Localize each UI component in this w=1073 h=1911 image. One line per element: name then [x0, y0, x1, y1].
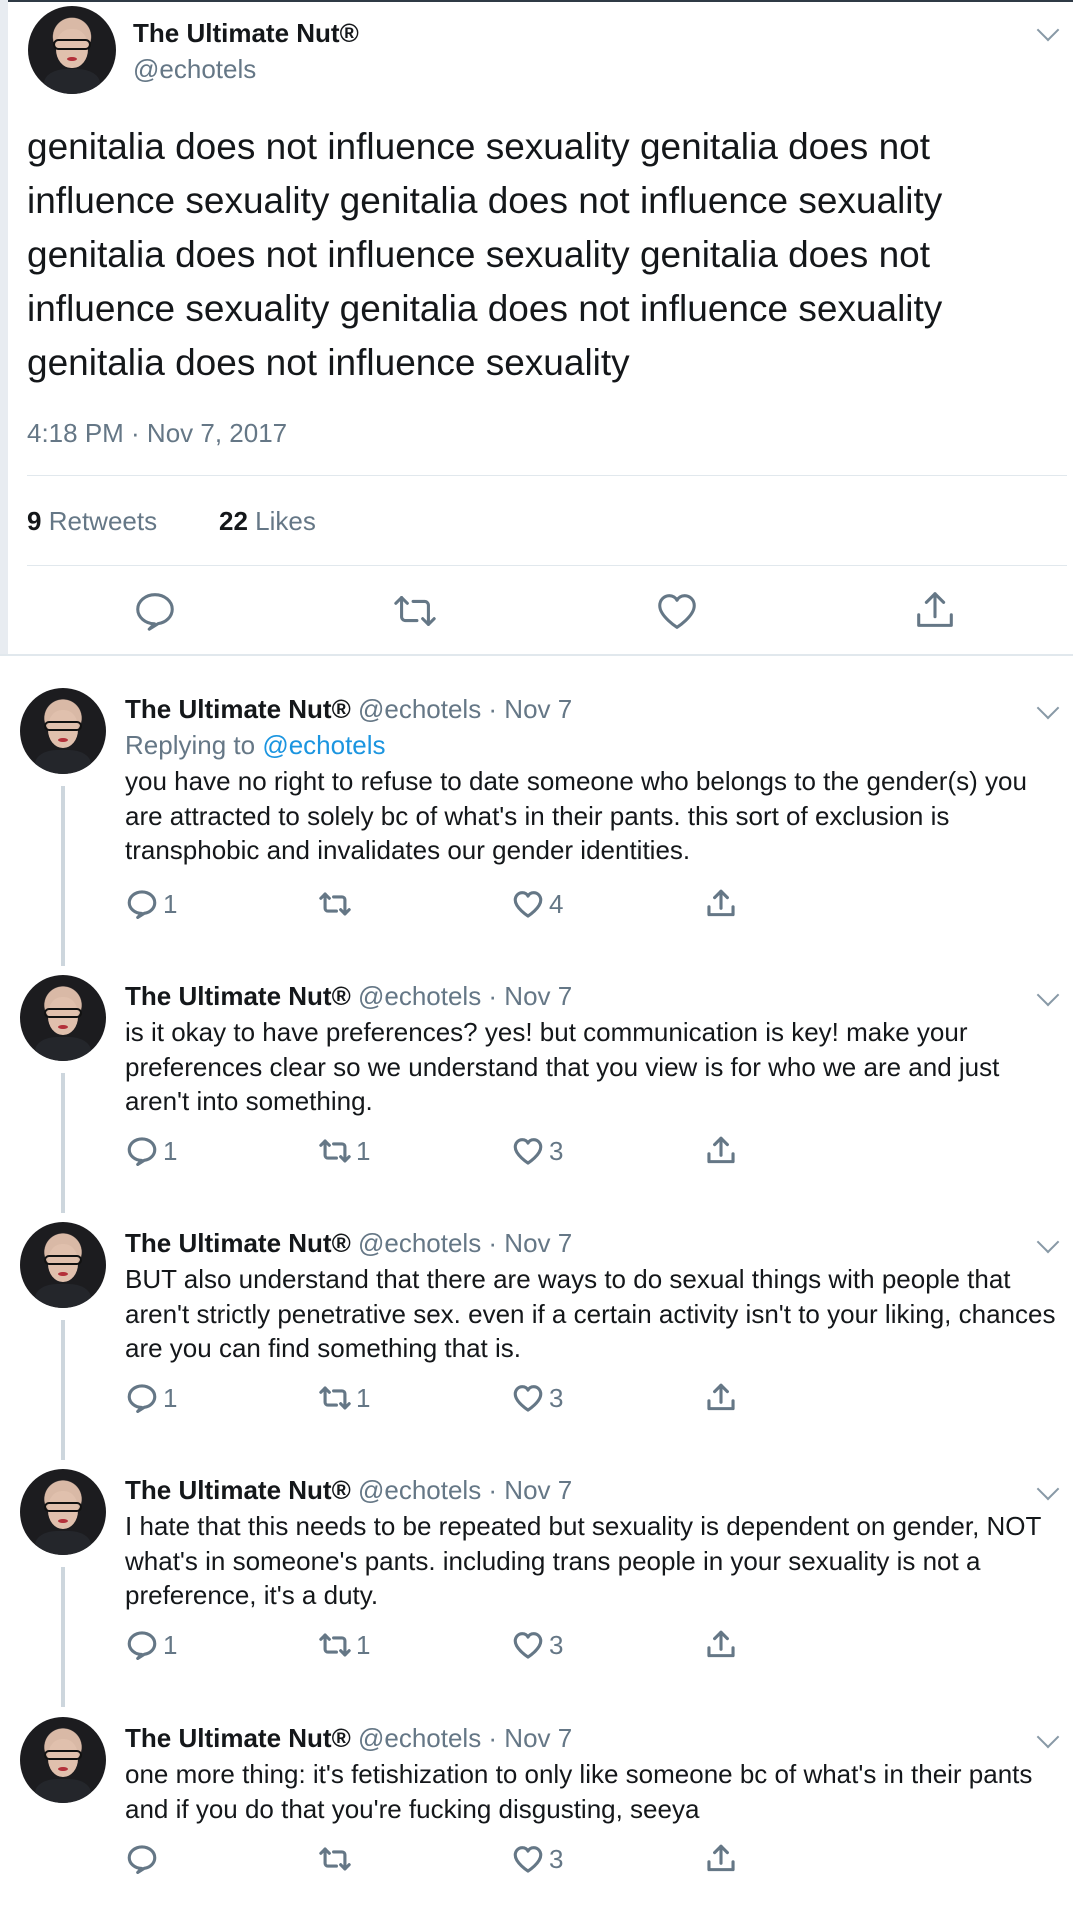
reply-text: BUT also understand that there are ways … [125, 1264, 1056, 1363]
display-name[interactable]: The Ultimate Nut® [125, 1228, 351, 1258]
reply-count: 1 [163, 1382, 178, 1413]
timestamp[interactable]: 4:18 PM · Nov 7, 2017 [27, 418, 287, 449]
like-count: 3 [549, 1382, 564, 1413]
thread-line [61, 1073, 65, 1213]
reply-header: The Ultimate Nut® @echotels · Nov 7 [125, 981, 572, 1012]
thread-line [61, 786, 65, 966]
replying-to: Replying to @echotels [125, 730, 386, 761]
likes-count: 22 [219, 506, 248, 536]
like-action[interactable]: 3 [511, 1841, 563, 1877]
retweets-stat[interactable]: 9 Retweets [27, 506, 157, 537]
share-icon[interactable] [704, 1133, 738, 1169]
like-icon[interactable] [654, 588, 700, 634]
handle-date[interactable]: @echotels · Nov 7 [358, 1475, 572, 1505]
avatar[interactable] [20, 1469, 106, 1555]
thread-line [61, 1320, 65, 1460]
avatar[interactable] [20, 975, 106, 1061]
retweet-count: 1 [356, 1629, 371, 1660]
handle-date[interactable]: @echotels · Nov 7 [358, 981, 572, 1011]
divider [27, 565, 1067, 566]
reply-text: one more thing: it's fetishization to on… [125, 1759, 1033, 1824]
avatar[interactable] [20, 1717, 106, 1803]
avatar[interactable] [20, 1222, 106, 1308]
reply-text: I hate that this needs to be repeated bu… [125, 1511, 1041, 1610]
like-count: 3 [549, 1135, 564, 1166]
like-action[interactable]: 3 [511, 1133, 563, 1169]
reply-count: 1 [163, 888, 178, 919]
avatar[interactable] [28, 6, 116, 94]
retweet-count: 1 [356, 1135, 371, 1166]
avatar[interactable] [20, 688, 106, 774]
reply-action[interactable]: 1 [125, 1380, 177, 1416]
display-name[interactable]: The Ultimate Nut® [125, 1723, 351, 1753]
reply-count: 1 [163, 1629, 178, 1660]
reply-header: The Ultimate Nut® @echotels · Nov 7 [125, 1723, 572, 1754]
handle[interactable]: @echotels [133, 54, 256, 85]
reply-text: is it okay to have preferences? yes! but… [125, 1017, 1000, 1116]
share-icon[interactable] [704, 886, 738, 922]
display-name[interactable]: The Ultimate Nut® [133, 18, 359, 49]
thread-line [61, 1567, 65, 1707]
retweet-icon[interactable] [392, 588, 438, 634]
display-name[interactable]: The Ultimate Nut® [125, 694, 351, 724]
replying-handle-link[interactable]: @echotels [262, 730, 385, 760]
main-tweet: The Ultimate Nut® @echotels genitalia do… [0, 0, 1073, 655]
reply-action[interactable] [125, 1841, 163, 1877]
share-icon[interactable] [704, 1841, 738, 1877]
share-icon[interactable] [912, 588, 958, 634]
reply-header: The Ultimate Nut® @echotels · Nov 7 [125, 1475, 572, 1506]
display-name[interactable]: The Ultimate Nut® [125, 1475, 351, 1505]
handle-date[interactable]: @echotels · Nov 7 [358, 694, 572, 724]
like-count: 3 [549, 1843, 564, 1874]
like-action[interactable]: 3 [511, 1380, 563, 1416]
like-count: 3 [549, 1629, 564, 1660]
retweet-count: 1 [356, 1382, 371, 1413]
share-icon[interactable] [704, 1627, 738, 1663]
section-divider [0, 654, 1073, 656]
reply-header: The Ultimate Nut® @echotels · Nov 7 [125, 1228, 572, 1259]
retweet-action[interactable] [318, 886, 356, 922]
reply-count: 1 [163, 1135, 178, 1166]
reply-action[interactable]: 1 [125, 1627, 177, 1663]
likes-label: Likes [255, 506, 316, 536]
like-action[interactable]: 4 [511, 886, 563, 922]
retweet-action[interactable]: 1 [318, 1133, 370, 1169]
like-count: 4 [549, 888, 564, 919]
retweet-action[interactable] [318, 1841, 356, 1877]
tweet-text: genitalia does not influence sexuality g… [27, 126, 943, 383]
chevron-down-icon[interactable] [1036, 983, 1060, 1007]
chevron-down-icon[interactable] [1036, 1477, 1060, 1501]
handle-date[interactable]: @echotels · Nov 7 [358, 1228, 572, 1258]
reply-text: you have no right to refuse to date some… [125, 766, 1027, 865]
chevron-down-icon[interactable] [1036, 1230, 1060, 1254]
retweets-count: 9 [27, 506, 42, 536]
replying-prefix: Replying to [125, 730, 256, 760]
handle-date[interactable]: @echotels · Nov 7 [358, 1723, 572, 1753]
display-name[interactable]: The Ultimate Nut® [125, 981, 351, 1011]
chevron-down-icon[interactable] [1036, 1725, 1060, 1749]
share-icon[interactable] [704, 1380, 738, 1416]
retweet-action[interactable]: 1 [318, 1627, 370, 1663]
retweets-label: Retweets [48, 506, 158, 536]
chevron-down-icon[interactable] [1036, 696, 1060, 720]
reply-header: The Ultimate Nut® @echotels · Nov 7 [125, 694, 572, 725]
reply-action[interactable]: 1 [125, 886, 177, 922]
chevron-down-icon[interactable] [1036, 18, 1060, 42]
like-action[interactable]: 3 [511, 1627, 563, 1663]
likes-stat[interactable]: 22 Likes [219, 506, 316, 537]
divider [27, 475, 1067, 476]
retweet-action[interactable]: 1 [318, 1380, 370, 1416]
reply-icon[interactable] [132, 588, 178, 634]
reply-action[interactable]: 1 [125, 1133, 177, 1169]
